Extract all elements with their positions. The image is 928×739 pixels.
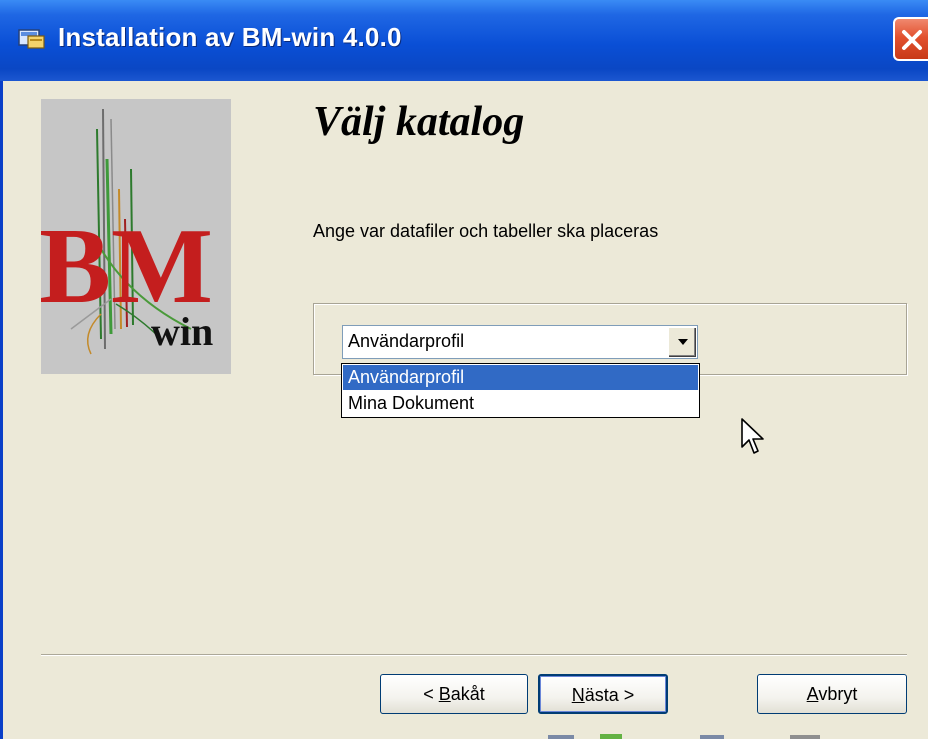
directory-select-value: Användarprofil — [348, 331, 465, 351]
background-window-fragment — [790, 735, 820, 739]
installer-icon — [18, 29, 45, 49]
close-button[interactable] — [893, 17, 928, 61]
back-button[interactable]: < Bakåt — [380, 674, 528, 714]
option-mina-dokument[interactable]: Mina Dokument — [343, 391, 698, 416]
button-separator — [41, 654, 907, 656]
logo-text: BM win — [41, 207, 213, 354]
title-bar[interactable]: Installation av BM-win 4.0.0 — [0, 0, 928, 81]
chevron-down-icon — [678, 339, 688, 345]
bm-win-logo: BM win — [41, 99, 231, 374]
option-anvandarprofil[interactable]: Användarprofil — [343, 365, 698, 390]
close-icon — [902, 30, 922, 50]
dropdown-button[interactable] — [668, 327, 696, 357]
page-subtitle: Ange var datafiler och tabeller ska plac… — [313, 221, 659, 241]
mouse-cursor-icon — [741, 418, 764, 454]
cancel-button[interactable]: Avbryt — [757, 674, 907, 714]
background-window-fragment — [548, 735, 574, 739]
directory-select[interactable]: Användarprofil — [342, 325, 698, 359]
directory-options-list: Användarprofil Mina Dokument — [341, 363, 700, 418]
svg-text:win: win — [151, 309, 213, 354]
background-window-fragment — [600, 734, 622, 739]
next-button[interactable]: Nästa > — [538, 674, 668, 714]
page-title: Välj katalog — [313, 99, 525, 145]
background-window-fragment — [700, 735, 724, 739]
window-title: Installation av BM-win 4.0.0 — [58, 22, 402, 52]
